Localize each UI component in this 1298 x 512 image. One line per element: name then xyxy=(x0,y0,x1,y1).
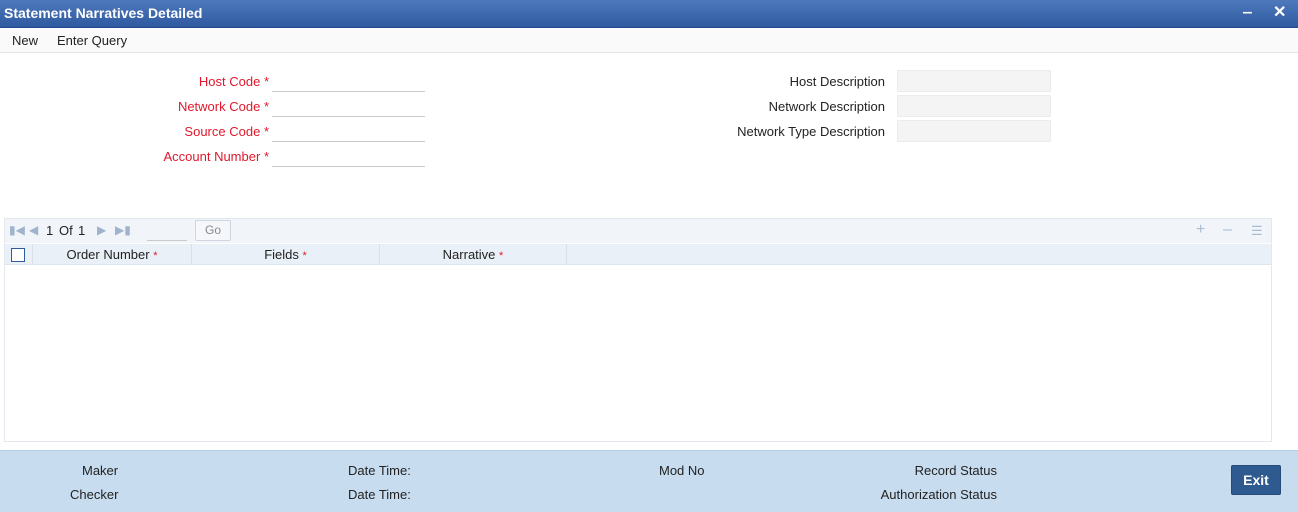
column-header-narrative[interactable]: Narrative * xyxy=(380,244,567,265)
select-all-cell xyxy=(5,244,33,265)
column-header-order-number[interactable]: Order Number * xyxy=(33,244,192,265)
new-menu-item[interactable]: New xyxy=(12,33,38,48)
host-code-input[interactable] xyxy=(272,72,425,92)
add-row-icon[interactable]: + xyxy=(1196,221,1205,239)
last-page-icon[interactable]: ▶▮ xyxy=(115,223,131,237)
network-type-description-field[interactable] xyxy=(897,120,1051,142)
current-page: 1 xyxy=(46,223,54,238)
mod-no-label: Mod No xyxy=(659,463,705,478)
delete-row-icon[interactable]: – xyxy=(1223,221,1232,239)
first-page-icon[interactable]: ▮◀ xyxy=(9,223,25,237)
host-description-field[interactable] xyxy=(897,70,1051,92)
exit-button[interactable]: Exit xyxy=(1231,465,1281,495)
close-icon[interactable]: ✕ xyxy=(1273,3,1286,23)
menu-bar: New Enter Query xyxy=(0,29,1298,53)
maker-label: Maker xyxy=(82,463,119,478)
network-type-description-label: Network Type Description xyxy=(737,124,885,139)
checker-label: Checker xyxy=(70,487,119,502)
account-number-label: Account Number * xyxy=(163,149,269,164)
total-pages: 1 xyxy=(78,223,86,238)
network-description-field[interactable] xyxy=(897,95,1051,117)
page-number-input[interactable] xyxy=(147,221,187,241)
authorization-status-label: Authorization Status xyxy=(880,487,997,502)
network-code-label: Network Code * xyxy=(177,99,269,114)
host-description-label: Host Description xyxy=(789,74,885,89)
source-code-label: Source Code * xyxy=(184,124,269,139)
single-view-icon[interactable]: ☰ xyxy=(1251,223,1263,239)
minimize-icon[interactable]: ‒ xyxy=(1243,3,1252,23)
network-code-input[interactable] xyxy=(272,97,425,117)
narratives-grid: ▮◀ ◀ 1 Of 1 ▶ ▶▮ Go + – ☰ Order Number *… xyxy=(4,218,1272,442)
select-all-checkbox[interactable] xyxy=(11,248,25,262)
go-button[interactable]: Go xyxy=(195,220,231,241)
record-status-label: Record Status xyxy=(914,463,997,478)
maker-date-time-label: Date Time: xyxy=(348,463,411,478)
of-label: Of xyxy=(59,223,73,238)
title-bar: Statement Narratives Detailed ‒ ✕ xyxy=(0,0,1298,28)
source-code-input[interactable] xyxy=(272,122,425,142)
host-code-label: Host Code * xyxy=(198,74,269,89)
prev-page-icon[interactable]: ◀ xyxy=(29,223,38,237)
audit-footer: Maker Checker Date Time: Date Time: Mod … xyxy=(0,450,1298,512)
window-title: Statement Narratives Detailed xyxy=(4,5,203,21)
enter-query-menu-item[interactable]: Enter Query xyxy=(57,33,127,48)
next-page-icon[interactable]: ▶ xyxy=(97,223,106,237)
grid-header: Order Number * Fields * Narrative * xyxy=(5,244,1271,265)
checker-date-time-label: Date Time: xyxy=(348,487,411,502)
account-number-input[interactable] xyxy=(272,147,425,167)
grid-pager: ▮◀ ◀ 1 Of 1 ▶ ▶▮ Go + – ☰ xyxy=(5,219,1271,243)
column-header-fields[interactable]: Fields * xyxy=(192,244,380,265)
network-description-label: Network Description xyxy=(768,99,885,114)
